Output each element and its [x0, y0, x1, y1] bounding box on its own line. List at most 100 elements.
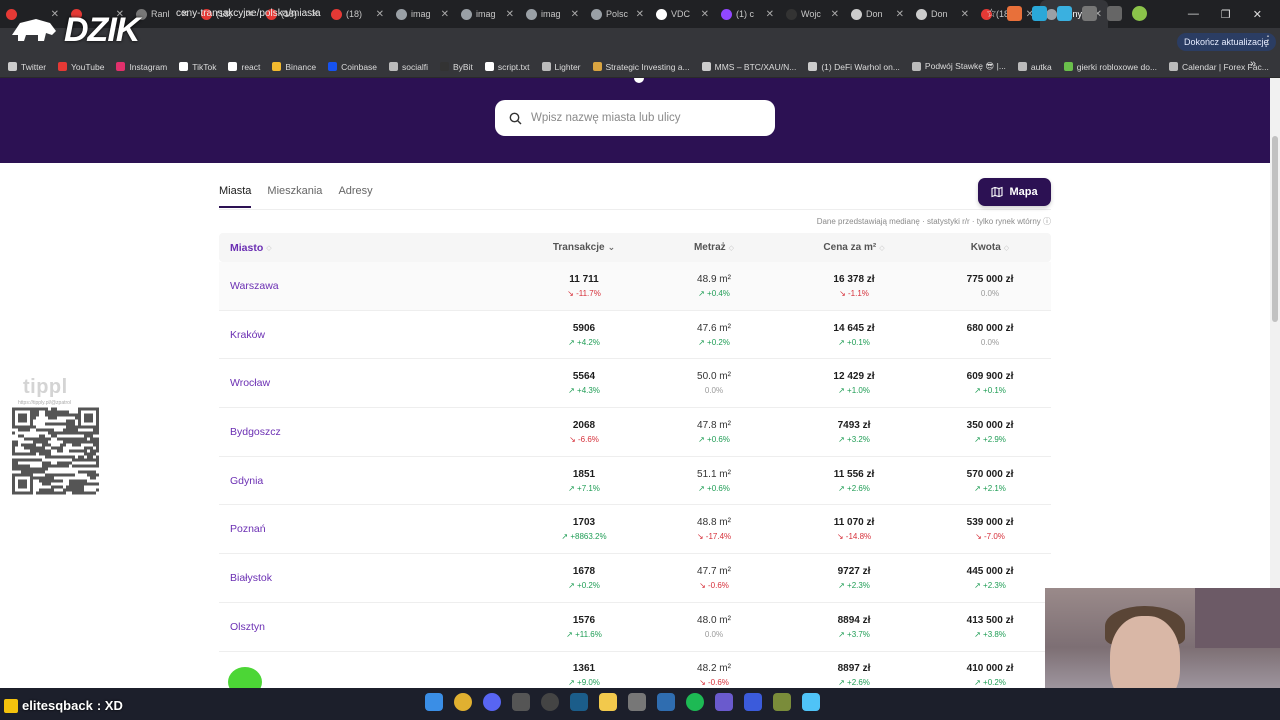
bookmark-item[interactable]: Instagram	[116, 62, 167, 72]
bookmark-item[interactable]: socialfi	[389, 62, 428, 72]
city-link[interactable]: Olsztyn	[219, 621, 519, 633]
spotify-icon[interactable]	[686, 693, 704, 711]
city-link[interactable]: Wrocław	[219, 377, 519, 389]
table-row[interactable]: Warszawa 11 711 ↘ -11.7% 48.9 m² ↗ +0.4% 16 3…	[219, 262, 1051, 311]
tab-close-icon[interactable]: ✕	[701, 9, 709, 20]
tab-close-icon[interactable]: ✕	[766, 9, 774, 20]
browser-tab[interactable]: imag ✕	[455, 0, 520, 28]
tab-close-icon[interactable]: ✕	[441, 9, 449, 20]
tab-close-icon[interactable]: ✕	[961, 9, 969, 20]
reading-list-icon[interactable]	[1106, 6, 1122, 21]
bookmark-item[interactable]: Coinbase	[328, 62, 377, 72]
browser-tab[interactable]: Don ✕	[910, 0, 975, 28]
table-row[interactable]: Bydgoszcz 2068 ↘ -6.6% 47.8 m² ↗ +0.6% 7493 z…	[219, 408, 1051, 457]
bookmark-item[interactable]: react	[228, 62, 260, 72]
browser-tab[interactable]: VDC ✕	[650, 0, 715, 28]
bookmark-item[interactable]: Lighter	[541, 62, 581, 72]
app-icon[interactable]	[628, 693, 646, 711]
table-row[interactable]: Gdynia 1851 ↗ +7.1% 51.1 m² ↗ +0.6% 11 556 zł…	[219, 457, 1051, 506]
col-transakcje[interactable]: Transakcje ⌄	[519, 242, 649, 253]
bookmark-item[interactable]: (1) DeFi Warhol on...	[808, 62, 900, 72]
tab-miasta[interactable]: Miasta	[219, 180, 252, 208]
col-metraz[interactable]: Metraż ◇	[649, 242, 779, 253]
city-link[interactable]: Warszawa	[219, 280, 519, 292]
close-window-icon[interactable]: ✕	[1253, 8, 1262, 21]
qr-module	[66, 410, 69, 414]
bookmark-item[interactable]: Binance	[272, 62, 316, 72]
qr-module	[51, 491, 54, 495]
search-input[interactable]: Wpisz nazwę miasta lub ulicy	[495, 100, 775, 136]
tab-close-icon[interactable]: ✕	[571, 9, 579, 20]
steam-icon[interactable]	[570, 693, 588, 711]
windows-start-icon[interactable]	[425, 693, 443, 711]
update-button[interactable]: Dokończ aktualizację	[1177, 33, 1276, 51]
minimize-icon[interactable]: —	[1188, 8, 1199, 20]
qr-module	[42, 452, 45, 456]
bookmark-item[interactable]: Strategic Investing a...	[592, 62, 690, 72]
city-link[interactable]: Białystok	[219, 572, 519, 584]
area-change: ↗ +0.4%	[649, 289, 779, 298]
bookmark-item[interactable]: Twitter	[8, 62, 46, 72]
app-icon[interactable]	[657, 693, 675, 711]
browser-tab[interactable]: Polsc ✕	[585, 0, 650, 28]
browser-tab[interactable]: Don ✕	[845, 0, 910, 28]
bookmark-star-icon[interactable]: ☆	[986, 6, 997, 21]
extension-icon[interactable]	[1031, 6, 1047, 21]
bookmark-item[interactable]: TikTok	[179, 62, 216, 72]
table-row[interactable]: Kraków 5906 ↗ +4.2% 47.6 m² ↗ +0.2% 14 645 zł…	[219, 311, 1051, 360]
table-row[interactable]: Poznań 1703 ↗ +8863.2% 48.8 m² ↘ -17.4% 11 07…	[219, 505, 1051, 555]
app-icon[interactable]	[512, 693, 530, 711]
scrollbar-thumb[interactable]	[1272, 136, 1278, 322]
city-link[interactable]: Kraków	[219, 329, 519, 341]
notepad-icon[interactable]	[802, 693, 820, 711]
col-kwota[interactable]: Kwota ◇	[929, 242, 1051, 253]
browser-tab[interactable]: (1) c ✕	[715, 0, 780, 28]
table-row[interactable]: Białystok 1678 ↗ +0.2% 47.7 m² ↘ -0.6% 9727 z…	[219, 554, 1051, 603]
tab-close-icon[interactable]: ✕	[376, 9, 384, 20]
maximize-icon[interactable]: ❐	[1221, 8, 1231, 21]
obs-icon[interactable]	[541, 693, 559, 711]
more-bookmarks-icon[interactable]: »	[1250, 58, 1256, 70]
tab-adresy[interactable]: Adresy	[338, 180, 372, 208]
menu-icon[interactable]: ⋮	[1262, 33, 1274, 47]
browser-tab[interactable]: imag ✕	[520, 0, 585, 28]
discord-icon[interactable]	[483, 693, 501, 711]
tab-mieszkania[interactable]: Mieszkania	[267, 180, 322, 208]
qr-module	[30, 437, 33, 441]
table-row[interactable]: Wrocław 5564 ↗ +4.3% 50.0 m² 0.0% 12 429 zł ↗ …	[219, 359, 1051, 409]
bookmark-item[interactable]: autka	[1017, 62, 1052, 72]
bookmark-item[interactable]: gierki robloxowe do...	[1063, 62, 1157, 72]
col-cena[interactable]: Cena za m² ◇	[779, 242, 929, 253]
city-link[interactable]: Gdynia	[219, 475, 519, 487]
col-miasto[interactable]: Miasto ◇	[219, 242, 519, 254]
tab-close-icon[interactable]: ✕	[831, 9, 839, 20]
bookmark-item[interactable]: YouTube	[58, 62, 104, 72]
url-field[interactable]: ceny-transakcyjne/polska/miasta	[176, 0, 321, 28]
qr-module	[42, 461, 45, 465]
app-icon[interactable]	[715, 693, 733, 711]
chrome-icon[interactable]	[454, 693, 472, 711]
app-icon[interactable]	[744, 693, 762, 711]
puzzle-icon[interactable]	[1081, 6, 1097, 21]
bookmark-item[interactable]: Podwój Stawkę 😎 |...	[911, 61, 1006, 72]
bookmark-item[interactable]: script.txt	[484, 62, 530, 72]
explorer-icon[interactable]	[599, 693, 617, 711]
browser-tab[interactable]: (18) ✕	[325, 0, 390, 28]
tab-close-icon[interactable]: ✕	[636, 9, 644, 20]
qr-module	[24, 446, 27, 450]
bookmark-item[interactable]: ByBit	[440, 62, 473, 72]
browser-tab[interactable]: Wojc ✕	[780, 0, 845, 28]
city-link[interactable]: Bydgoszcz	[219, 426, 519, 438]
extension-icon[interactable]	[1006, 6, 1022, 21]
tab-close-icon[interactable]: ✕	[506, 9, 514, 20]
bookmark-item[interactable]: MMS – BTC/XAU/N...	[701, 62, 796, 72]
table-row[interactable]: Olsztyn 1576 ↗ +11.6% 48.0 m² 0.0% 8894 zł ↗ +…	[219, 603, 1051, 652]
app-icon[interactable]	[773, 693, 791, 711]
profile-avatar[interactable]	[1131, 6, 1147, 21]
city-link[interactable]: Poznań	[219, 523, 519, 535]
tab-close-icon[interactable]: ✕	[896, 9, 904, 20]
tab-favicon-icon	[851, 8, 862, 20]
browser-tab[interactable]: imag ✕	[390, 0, 455, 28]
extension-icon[interactable]	[1056, 6, 1072, 21]
map-button[interactable]: Mapa	[978, 178, 1051, 206]
